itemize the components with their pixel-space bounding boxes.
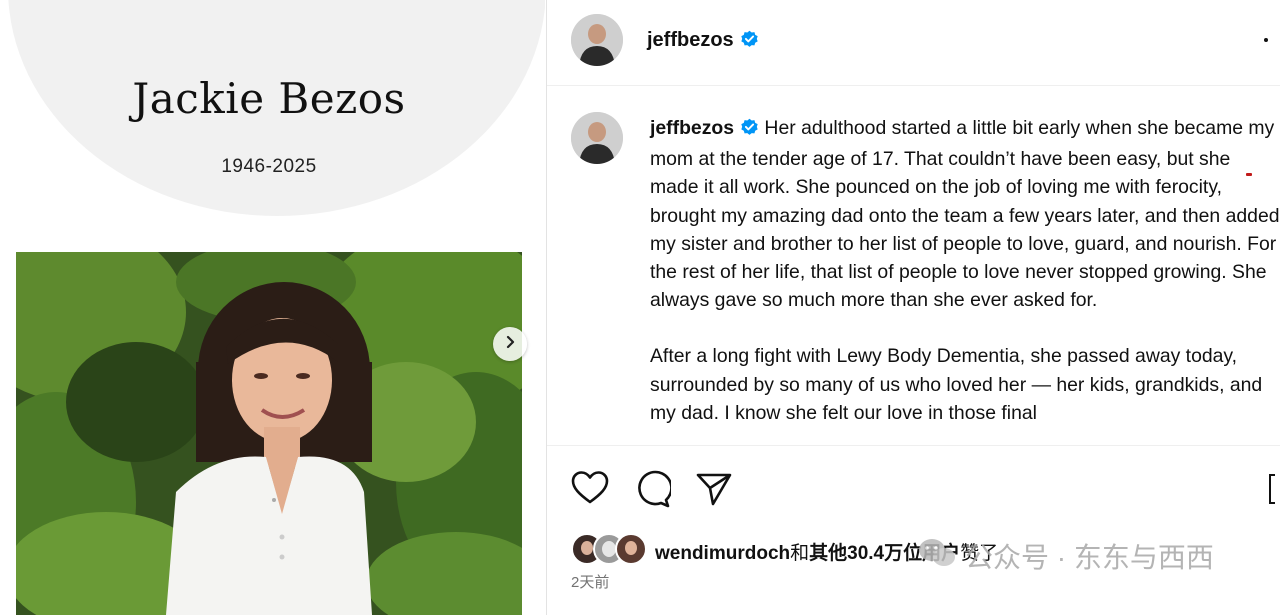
chevron-right-icon — [503, 335, 517, 354]
post-media: Jackie Bezos 1946-2025 — [0, 0, 545, 615]
more-options-icon[interactable] — [1264, 38, 1268, 42]
post-timestamp[interactable]: 2天前 — [571, 571, 609, 592]
carousel-next-button[interactable] — [493, 327, 527, 361]
wechat-icon — [917, 536, 957, 577]
memorial-years: 1946-2025 — [221, 156, 317, 177]
watermark: 公众号 · 东东与西西 — [917, 536, 1214, 576]
post-details: jeffbezos jeffbezos Her adulthood starte… — [547, 0, 1280, 615]
watermark-text: 公众号 · 东东与西西 — [965, 542, 1214, 573]
liker-username[interactable]: wendimurdoch — [655, 543, 790, 564]
caption-area: jeffbezos Her adulthood started a little… — [547, 86, 1280, 446]
author-username-text[interactable]: jeffbezos — [647, 29, 734, 51]
bookmark-icon[interactable] — [1269, 474, 1275, 504]
caption-paragraph-1: jeffbezos Her adulthood started a little… — [650, 114, 1280, 314]
caption-paragraph-2: After a long fight with Lewy Body Dement… — [650, 345, 1263, 424]
comment-icon[interactable] — [633, 470, 673, 513]
post-actions — [571, 470, 1271, 510]
memorial-photo — [16, 252, 522, 615]
liker-avatar — [615, 533, 647, 565]
author-username[interactable]: jeffbezos — [647, 29, 759, 55]
send-icon[interactable] — [695, 470, 733, 513]
caption-author-avatar[interactable] — [571, 112, 623, 164]
heart-icon[interactable] — [571, 470, 609, 511]
memorial-name: Jackie Bezos — [132, 74, 406, 123]
post-caption: jeffbezos Her adulthood started a little… — [650, 114, 1280, 427]
verified-badge-icon — [740, 30, 759, 55]
post-header: jeffbezos — [547, 0, 1280, 86]
caption-text-after: . That couldn’t have been easy, but she … — [650, 148, 1280, 312]
verified-badge-icon — [740, 117, 759, 145]
caption-username[interactable]: jeffbezos — [650, 117, 734, 139]
liker-avatars — [571, 532, 651, 566]
caption-text-before: Her adulthood started a little bit early… — [759, 117, 1249, 139]
author-avatar[interactable] — [571, 14, 623, 66]
likes-connector: 和 — [790, 543, 810, 564]
